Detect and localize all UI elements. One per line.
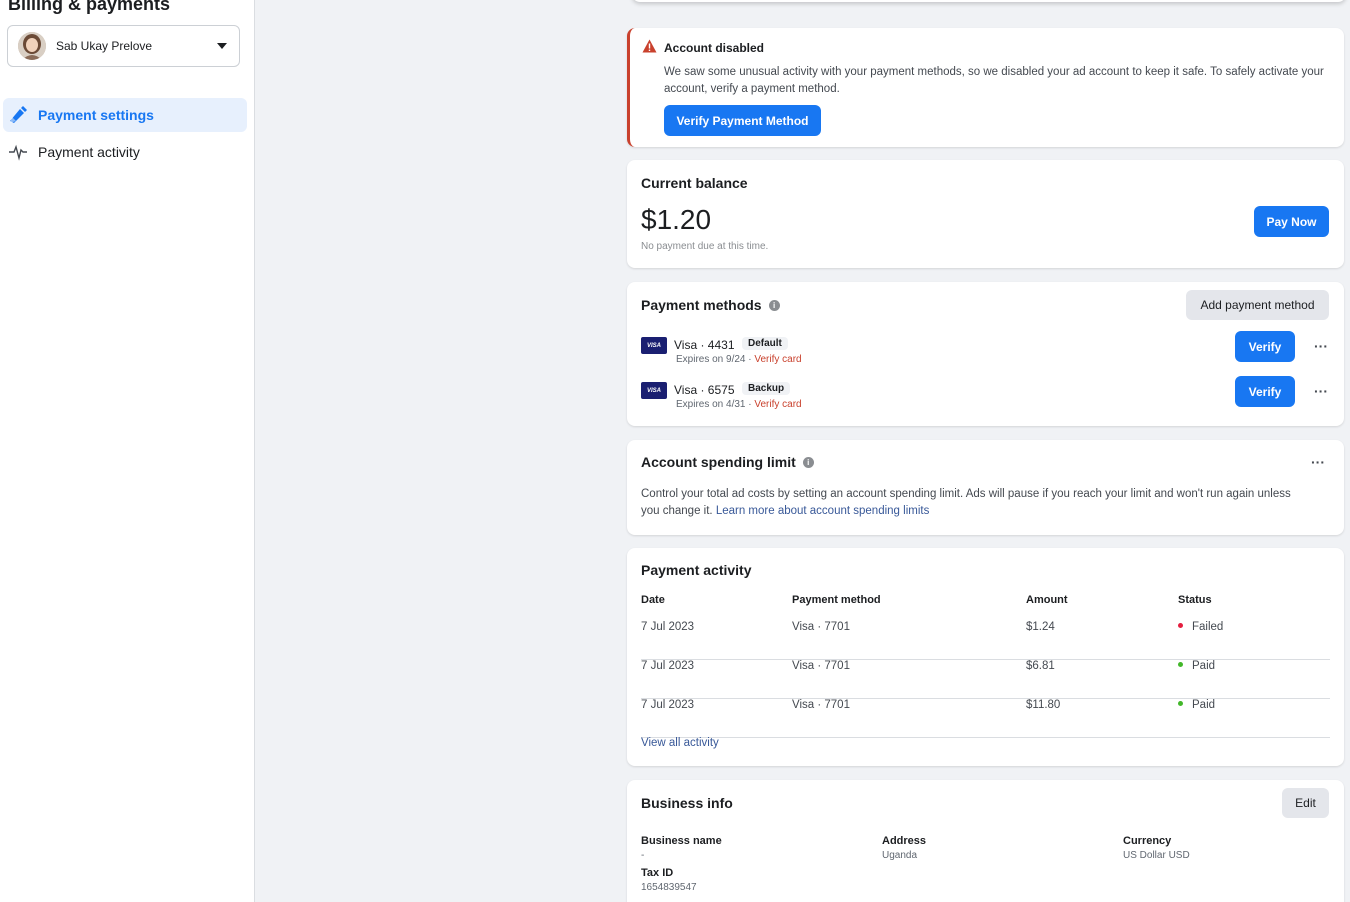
payment-method-name: Visa · 4431 (674, 338, 735, 352)
spending-limit-card: Account spending limit i ··· Control you… (627, 440, 1344, 535)
status-text: Paid (1192, 660, 1216, 672)
current-balance-card: Current balance $1.20 No payment due at … (627, 160, 1344, 268)
pencil-icon (7, 104, 29, 126)
verify-card-link[interactable]: Verify card (754, 399, 801, 410)
pay-now-button[interactable]: Pay Now (1254, 206, 1329, 237)
cell-date: 7 Jul 2023 (641, 699, 695, 711)
sidebar-item-payment-settings[interactable]: Payment settings (3, 98, 247, 132)
view-all-activity-link[interactable]: View all activity (641, 737, 719, 749)
account-disabled-alert: Account disabled We saw some unusual act… (627, 28, 1344, 147)
business-name-value: - (641, 850, 645, 861)
spending-limit-title: Account spending limit i (641, 454, 814, 470)
business-name-label: Business name (641, 835, 722, 847)
payment-methods-title: Payment methods i (641, 297, 780, 313)
balance-title: Current balance (641, 175, 748, 191)
spending-limit-title-text: Account spending limit (641, 454, 796, 470)
cell-amount: $1.24 (1026, 621, 1055, 633)
warning-icon (642, 39, 657, 53)
page-title: Billing & payments (8, 0, 171, 14)
column-header-date: Date (641, 594, 665, 606)
payment-method-row: VISA Visa · 6575 Backup Expires on 4/31 … (641, 376, 1331, 414)
cell-status: Failed (1178, 621, 1223, 633)
verify-button[interactable]: Verify (1235, 331, 1295, 362)
cell-amount: $6.81 (1026, 660, 1055, 672)
add-payment-method-button[interactable]: Add payment method (1186, 290, 1329, 320)
cell-status: Paid (1178, 660, 1215, 672)
backup-badge: Backup (742, 382, 791, 395)
account-selector[interactable]: Sab Ukay Prelove (7, 25, 240, 67)
cell-amount: $11.80 (1026, 699, 1061, 711)
default-badge: Default (742, 337, 788, 350)
verify-payment-method-button[interactable]: Verify Payment Method (664, 105, 821, 136)
card-edge (632, 0, 1346, 2)
business-info-title: Business info (641, 795, 733, 811)
payment-methods-card: Payment methods i Add payment method VIS… (627, 282, 1344, 426)
spending-limit-body: Control your total ad costs by setting a… (641, 486, 1311, 520)
business-info-card: Business info Edit Business name - Addre… (627, 780, 1344, 902)
address-label: Address (882, 835, 927, 847)
currency-value: US Dollar USD (1123, 850, 1190, 861)
column-header-payment-method: Payment method (792, 594, 881, 606)
info-icon[interactable]: i (802, 456, 814, 468)
more-options-icon[interactable]: ··· (1311, 336, 1331, 356)
status-dot-icon (1178, 623, 1183, 629)
visa-card-icon: VISA (641, 382, 667, 399)
currency-label: Currency (1123, 835, 1172, 847)
cell-payment-method: Visa · 7701 (792, 660, 850, 672)
payment-methods-title-text: Payment methods (641, 297, 762, 313)
table-row[interactable]: 7 Jul 2023 Visa · 7701 $6.81 Paid (641, 660, 1330, 699)
activity-pulse-icon (7, 141, 29, 163)
payment-activity-title: Payment activity (641, 562, 752, 578)
status-text: Paid (1192, 699, 1216, 711)
visa-card-icon: VISA (641, 337, 667, 354)
sidebar-item-label: Payment activity (38, 144, 140, 160)
column-header-amount: Amount (1026, 594, 1068, 606)
payment-method-expiry: Expires on 4/31 · Verify card (676, 399, 802, 410)
verify-card-link[interactable]: Verify card (754, 354, 801, 365)
verify-button[interactable]: Verify (1235, 376, 1295, 407)
more-options-icon[interactable]: ··· (1308, 452, 1328, 472)
account-name: Sab Ukay Prelove (56, 39, 153, 53)
expiry-text: Expires on 4/31 · (676, 399, 755, 410)
table-row[interactable]: 7 Jul 2023 Visa · 7701 $1.24 Failed (641, 621, 1330, 660)
tax-id-label: Tax ID (641, 867, 674, 879)
address-value: Uganda (882, 850, 918, 861)
payment-method-name: Visa · 6575 (674, 383, 735, 397)
chevron-down-icon (217, 43, 227, 49)
status-text: Failed (1192, 621, 1224, 633)
balance-note: No payment due at this time. (641, 241, 769, 252)
column-header-status: Status (1178, 594, 1212, 606)
alert-title: Account disabled (664, 41, 765, 55)
info-icon[interactable]: i (768, 299, 780, 311)
cell-payment-method: Visa · 7701 (792, 621, 850, 633)
payment-method-row: VISA Visa · 4431 Default Expires on 9/24… (641, 331, 1331, 369)
edit-button[interactable]: Edit (1282, 788, 1329, 818)
learn-more-link[interactable]: Learn more about account spending limits (716, 505, 930, 517)
table-row[interactable]: 7 Jul 2023 Visa · 7701 $11.80 Paid (641, 699, 1330, 738)
payment-activity-card: Payment activity Date Payment method Amo… (627, 548, 1344, 766)
balance-amount: $1.20 (641, 204, 712, 235)
sidebar-item-payment-activity[interactable]: Payment activity (3, 135, 247, 169)
status-dot-icon (1178, 701, 1183, 707)
expiry-text: Expires on 9/24 · (676, 354, 755, 365)
cell-date: 7 Jul 2023 (641, 660, 695, 672)
avatar (18, 32, 46, 60)
sidebar-item-label: Payment settings (38, 107, 154, 123)
alert-body: We saw some unusual activity with your p… (664, 66, 1324, 95)
more-options-icon[interactable]: ··· (1311, 381, 1331, 401)
tax-id-value: 1654839547 (641, 882, 697, 893)
payment-method-expiry: Expires on 9/24 · Verify card (676, 354, 802, 365)
cell-status: Paid (1178, 699, 1215, 711)
sidebar: Billing & payments Sab Ukay Prelove Paym… (0, 0, 255, 902)
status-dot-icon (1178, 662, 1183, 668)
cell-date: 7 Jul 2023 (641, 621, 695, 633)
cell-payment-method: Visa · 7701 (792, 699, 850, 711)
